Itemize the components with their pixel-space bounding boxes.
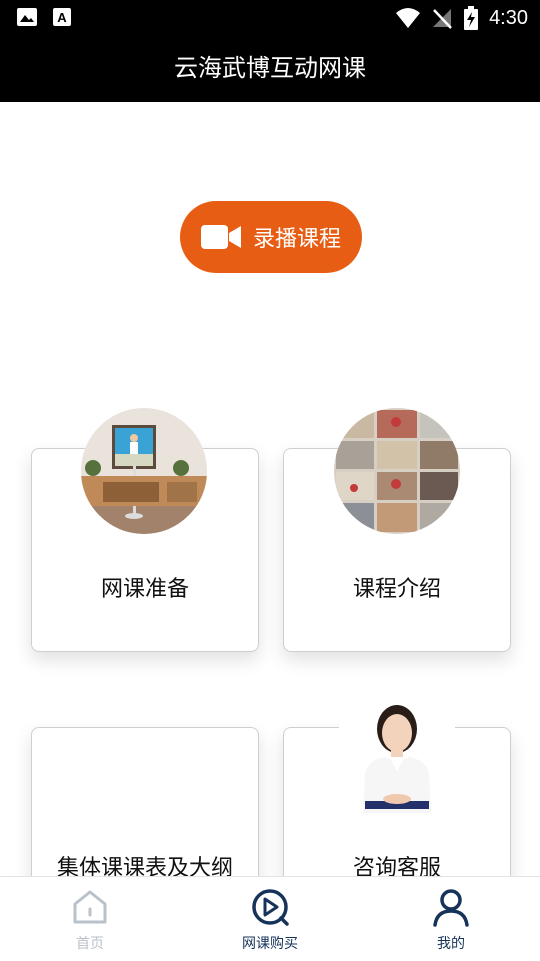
customer-service-agent-image [339,687,455,813]
living-room-tv-image [81,408,207,534]
font-icon: A [53,8,71,26]
wifi-icon [396,8,421,28]
recorded-courses-button[interactable]: 录播课程 [180,201,362,273]
card-label: 课程介绍 [352,577,441,602]
play-circle-icon [252,889,289,926]
svg-text:A: A [57,10,67,25]
video-camera-icon [200,225,241,249]
status-notifications: A [16,7,72,27]
recorded-courses-label: 录播课程 [252,227,341,252]
image-icon [17,8,37,26]
bottom-navigation: 首页 网课购买 我的 [0,876,540,961]
course-photo-collage-image [334,408,460,534]
nav-label-home: 首页 [76,936,104,952]
nav-label-profile: 我的 [437,936,465,952]
status-indicators: 4:30 [395,6,528,30]
card-label: 网课准备 [100,577,189,602]
nav-item-profile[interactable]: 我的 [391,887,511,953]
no-signal-icon [433,9,452,29]
status-time: 4:30 [489,6,528,29]
home-icon [73,890,107,924]
page-title: 云海武博互动网课 [0,36,540,102]
status-bar: A 4:30 [0,0,540,36]
battery-charging-icon [464,6,479,30]
nav-label-course-purchase: 网课购买 [242,936,298,952]
nav-item-course-purchase[interactable]: 网课购买 [210,887,330,953]
nav-item-home[interactable]: 首页 [30,887,150,953]
user-icon [433,889,469,927]
